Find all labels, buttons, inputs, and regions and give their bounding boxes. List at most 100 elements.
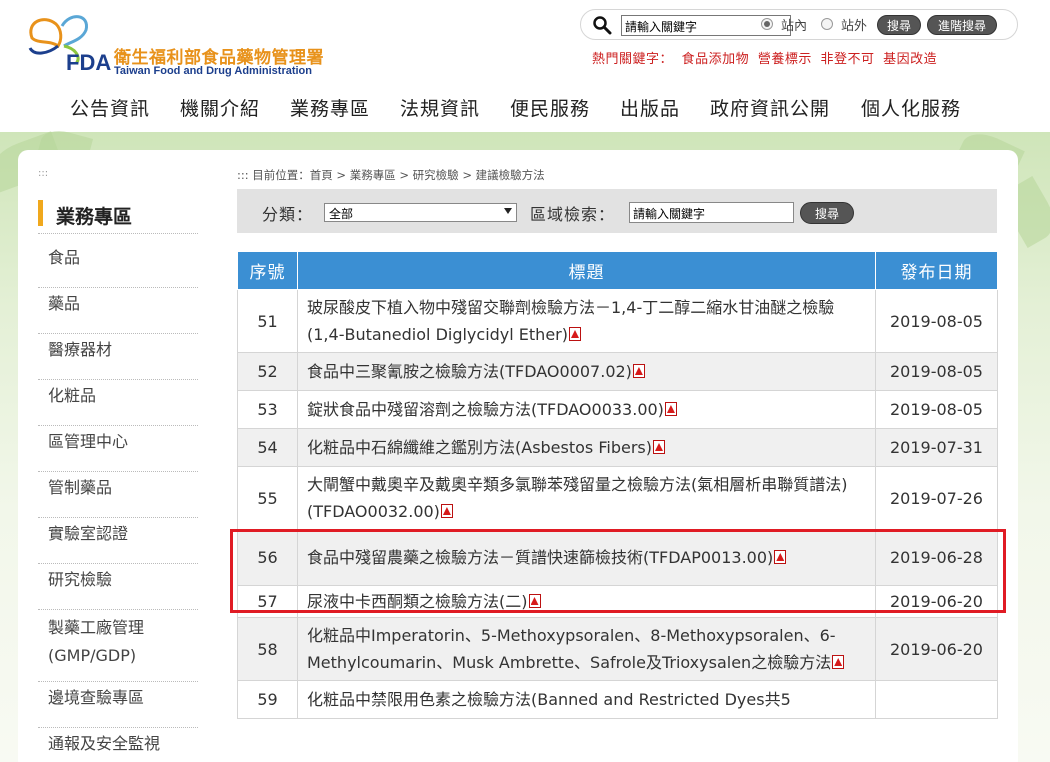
- row-number: 53: [237, 390, 298, 429]
- hot-keyword-link[interactable]: 食品添加物: [682, 52, 750, 67]
- row-number: 52: [237, 352, 298, 391]
- row-title-link[interactable]: 尿液中卡西酮類之檢驗方法(二): [307, 592, 528, 611]
- row-number: 57: [237, 585, 298, 618]
- row-title-link[interactable]: 化粧品中禁限用色素之檢驗方法(Banned and Restricted Dye…: [307, 690, 791, 709]
- nav-personal[interactable]: 個人化服務: [861, 94, 961, 121]
- sidebar-item-label: 區管理中心: [48, 432, 129, 451]
- row-title-cell: 食品中殘留農藥之檢驗方法－質譜快速篩檢技術(TFDAP0013.00): [297, 529, 876, 586]
- sidebar-item-label: 食品: [48, 248, 81, 267]
- table-row: 54 化粧品中石綿纖維之鑑別方法(Asbestos Fibers) 2019-0…: [237, 428, 998, 467]
- row-title-cell: 玻尿酸皮下植入物中殘留交聯劑檢驗方法－1,4-丁二醇二縮水甘油醚之檢驗(1,4-…: [297, 289, 876, 353]
- sidebar-item-lab[interactable]: 實驗室認證: [38, 520, 198, 564]
- sidebar-title-bar: [38, 200, 43, 226]
- hot-keyword-link[interactable]: 非登不可: [820, 52, 874, 67]
- row-title-link[interactable]: 食品中殘留農藥之檢驗方法－質譜快速篩檢技術(TFDAP0013.00): [307, 548, 773, 567]
- row-date: 2019-06-20: [875, 617, 998, 681]
- header-search-box: 請輸入關鍵字 站內 站外 搜尋 進階搜尋: [580, 9, 1018, 40]
- row-number: 54: [237, 428, 298, 467]
- nav-services[interactable]: 便民服務: [510, 94, 590, 121]
- nav-regulations[interactable]: 法規資訊: [400, 94, 480, 121]
- radio-site-out-label: 站外: [841, 19, 868, 34]
- breadcrumb[interactable]: ::: 目前位置：首頁 > 業務專區 > 研究檢驗 > 建議檢驗方法: [237, 167, 545, 183]
- sidebar-item-label: 化粧品: [48, 386, 97, 405]
- table-row: 57 尿液中卡西酮類之檢驗方法(二) 2019-06-20: [237, 585, 998, 618]
- hot-keywords: 熱門關鍵字： 食品添加物 營養標示 非登不可 基因改造: [592, 48, 941, 67]
- methods-table: 序號 標題 發布日期 51 玻尿酸皮下植入物中殘留交聯劑檢驗方法－1,4-丁二醇…: [237, 251, 998, 719]
- nav-publications[interactable]: 出版品: [620, 94, 680, 121]
- pdf-icon[interactable]: [653, 440, 665, 454]
- row-date: 2019-07-26: [875, 466, 998, 530]
- row-title-link[interactable]: 大閘蟹中戴奧辛及戴奧辛類多氯聯苯殘留量之檢驗方法(氣相層析串聯質譜法)(TFDA…: [307, 475, 848, 521]
- row-title-cell: 錠狀食品中殘留溶劑之檢驗方法(TFDAO0033.00): [297, 390, 876, 429]
- site-header: FDA 衛生福利部食品藥物管理署 Taiwan Food and Drug Ad…: [0, 0, 1050, 132]
- hot-keyword-link[interactable]: 基因改造: [883, 52, 937, 67]
- column-header-number: 序號: [237, 251, 298, 290]
- pdf-icon[interactable]: [528, 594, 541, 608]
- table-row-highlighted: 56 食品中殘留農藥之檢驗方法－質譜快速篩檢技術(TFDAP0013.00) 2…: [237, 529, 998, 586]
- logo-english-name: Taiwan Food and Drug Administration: [114, 65, 312, 77]
- table-row: 51 玻尿酸皮下植入物中殘留交聯劑檢驗方法－1,4-丁二醇二縮水甘油醚之檢驗(1…: [237, 289, 998, 353]
- row-date: 2019-06-28: [875, 529, 998, 586]
- pdf-icon[interactable]: [568, 327, 581, 341]
- pdf-icon[interactable]: [832, 655, 845, 669]
- sidebar-item-label: 研究檢驗: [48, 570, 113, 589]
- row-number: 59: [237, 680, 298, 719]
- nav-gov-info[interactable]: 政府資訊公開: [710, 94, 830, 121]
- row-date: 2019-07-31: [875, 428, 998, 467]
- row-number: 58: [237, 617, 298, 681]
- svg-text:FDA: FDA: [66, 50, 111, 72]
- hot-keyword-link[interactable]: 營養標示: [758, 52, 812, 67]
- sidebar-item-label: 管制藥品: [48, 478, 113, 497]
- row-title-cell: 食品中三聚氰胺之檢驗方法(TFDAO0007.02): [297, 352, 876, 391]
- row-title-cell: 大閘蟹中戴奧辛及戴奧辛類多氯聯苯殘留量之檢驗方法(氣相層析串聯質譜法)(TFDA…: [297, 466, 876, 530]
- sidebar-item-regional[interactable]: 區管理中心: [38, 428, 198, 472]
- fda-logo[interactable]: FDA 衛生福利部食品藥物管理署 Taiwan Food and Drug Ad…: [18, 10, 338, 77]
- nav-about[interactable]: 機關介紹: [180, 94, 260, 121]
- row-date: [875, 680, 998, 719]
- keyword-search-input[interactable]: 請輸入關鍵字: [629, 202, 794, 223]
- table-row: 55 大閘蟹中戴奧辛及戴奧辛類多氯聯苯殘留量之檢驗方法(氣相層析串聯質譜法)(T…: [237, 466, 998, 530]
- sidebar-anchor-dots[interactable]: :::: [38, 168, 48, 179]
- table-header-row: 序號 標題 發布日期: [237, 251, 998, 290]
- nav-announcements[interactable]: 公告資訊: [70, 94, 150, 121]
- filter-bar: 分類： 全部 區域檢索： 請輸入關鍵字 搜尋: [237, 189, 997, 233]
- row-title-cell: 化粧品中Imperatorin、5-Methoxypsoralen、8-Meth…: [297, 617, 876, 681]
- sidebar-item-label: 邊境查驗專區: [48, 688, 145, 707]
- sidebar-item-controlled[interactable]: 管制藥品: [38, 474, 198, 518]
- pdf-icon[interactable]: [774, 550, 787, 564]
- header-search-button[interactable]: 搜尋: [877, 15, 921, 35]
- column-header-title: 標題: [297, 251, 876, 290]
- row-title-link[interactable]: 化粧品中石綿纖維之鑑別方法(Asbestos Fibers): [307, 438, 652, 457]
- category-select-value: 全部: [329, 207, 354, 221]
- sidebar-item-devices[interactable]: 醫療器材: [38, 336, 198, 380]
- row-title-cell: 化粧品中禁限用色素之檢驗方法(Banned and Restricted Dye…: [297, 680, 876, 719]
- search-icon: [593, 16, 612, 35]
- row-title-link[interactable]: 錠狀食品中殘留溶劑之檢驗方法(TFDAO0033.00): [307, 400, 664, 419]
- pdf-icon[interactable]: [632, 364, 645, 378]
- sidebar-item-gmp[interactable]: 製藥工廠管理(GMP/GDP): [38, 612, 198, 682]
- sidebar-item-safety[interactable]: 通報及安全監視: [38, 730, 198, 762]
- row-date: 2019-08-05: [875, 390, 998, 429]
- filter-search-button[interactable]: 搜尋: [800, 202, 854, 224]
- sidebar-item-label: 通報及安全監視: [48, 734, 161, 753]
- sidebar-item-border[interactable]: 邊境查驗專區: [38, 684, 198, 728]
- row-number: 51: [237, 289, 298, 353]
- radio-site-in[interactable]: [761, 18, 773, 30]
- row-date: 2019-06-20: [875, 585, 998, 618]
- table-row: 58 化粧品中Imperatorin、5-Methoxypsoralen、8-M…: [237, 617, 998, 681]
- row-number: 56: [237, 529, 298, 586]
- sidebar-item-research[interactable]: 研究檢驗: [38, 566, 198, 610]
- category-select[interactable]: 全部: [324, 203, 517, 222]
- category-label: 分類：: [262, 205, 314, 224]
- row-title-link[interactable]: 化粧品中Imperatorin、5-Methoxypsoralen、8-Meth…: [307, 626, 836, 672]
- sidebar-item-cosmetics[interactable]: 化粧品: [38, 382, 198, 426]
- pdf-icon[interactable]: [440, 504, 453, 518]
- pdf-icon[interactable]: [664, 402, 677, 416]
- sidebar-item-drugs[interactable]: 藥品: [38, 290, 198, 334]
- nav-business[interactable]: 業務專區: [290, 94, 370, 121]
- advanced-search-button[interactable]: 進階搜尋: [927, 15, 997, 35]
- row-title-link[interactable]: 食品中三聚氰胺之檢驗方法(TFDAO0007.02): [307, 362, 632, 381]
- sidebar-title: 業務專區: [38, 198, 198, 234]
- radio-site-out[interactable]: [821, 18, 833, 30]
- sidebar-item-food[interactable]: 食品: [38, 244, 198, 288]
